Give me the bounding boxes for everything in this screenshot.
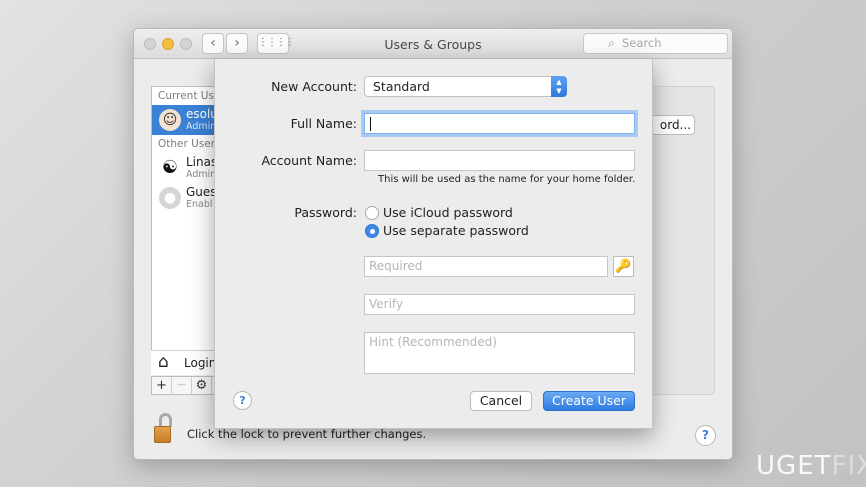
watermark-prefix: UG xyxy=(756,451,798,481)
yin-yang-avatar-icon: ☯ xyxy=(159,157,181,179)
lock-text: Click the lock to prevent further change… xyxy=(187,427,427,441)
password-placeholder: Required xyxy=(369,259,423,273)
user-role: Admin xyxy=(186,169,217,180)
watermark-suffix: FIX xyxy=(831,451,866,481)
other-users-header: Other Users xyxy=(158,138,218,150)
account-name-hint: This will be used as the name for your h… xyxy=(378,174,636,185)
current-users-header: Current Use xyxy=(158,90,218,102)
gear-icon[interactable]: ⚙ xyxy=(192,377,212,394)
radio-icloud-label: Use iCloud password xyxy=(383,205,513,220)
account-type-select[interactable]: Standard ▲ ▼ xyxy=(364,76,567,97)
cancel-button[interactable]: Cancel xyxy=(470,391,532,411)
search-placeholder: Search xyxy=(622,36,662,50)
password-field[interactable]: Required xyxy=(364,256,608,277)
help-button[interactable]: ? xyxy=(695,425,716,446)
full-name-label: Full Name: xyxy=(290,116,357,131)
text-caret xyxy=(370,117,371,131)
login-options-label: Login xyxy=(184,356,217,370)
full-name-field[interactable] xyxy=(364,113,635,134)
user-avatar: ☺ xyxy=(159,109,181,131)
search-field[interactable]: ⌕ Search xyxy=(583,33,728,54)
new-account-label: New Account: xyxy=(271,79,357,94)
account-name-label: Account Name: xyxy=(261,153,357,168)
radio-button[interactable] xyxy=(365,206,379,220)
user-list: Current Use ☺ esolu Admin Other Users ☯ … xyxy=(151,86,218,368)
ugetfix-watermark: UGETFIX xyxy=(756,451,866,481)
watermark-mid: ET xyxy=(797,451,832,481)
list-item-user-linas[interactable]: ☯ Linas Admin xyxy=(152,153,217,183)
account-type-value: Standard xyxy=(373,79,430,94)
user-name: Gues xyxy=(186,185,217,199)
password-label: Password: xyxy=(294,205,357,220)
title-bar: ‹ › ⋮⋮⋮⋮ Users & Groups ⌕ Search xyxy=(134,29,732,59)
password-assistant-key-icon[interactable]: 🔑 xyxy=(613,256,634,277)
user-role: Admin xyxy=(186,121,217,132)
add-user-button[interactable]: + xyxy=(152,377,172,394)
lock-icon[interactable] xyxy=(152,413,176,445)
remove-user-button[interactable]: — xyxy=(172,377,192,394)
login-options-item[interactable]: ⌂ Login xyxy=(151,350,218,375)
create-user-button[interactable]: Create User xyxy=(543,391,635,411)
sheet-help-button[interactable]: ? xyxy=(233,391,252,410)
change-password-button[interactable]: ord... xyxy=(651,115,695,135)
new-account-sheet: New Account: Standard ▲ ▼ Full Name: Acco… xyxy=(214,59,653,429)
user-name: Linas xyxy=(186,155,218,169)
verify-field[interactable]: Verify xyxy=(364,294,635,315)
search-icon: ⌕ xyxy=(608,36,615,50)
list-item-current-user[interactable]: ☺ esolu Admin xyxy=(152,105,217,135)
user-list-toolbar: + — ⚙ xyxy=(151,376,218,395)
radio-button-selected[interactable] xyxy=(365,224,379,238)
chevron-updown-icon: ▲ ▼ xyxy=(551,76,567,97)
guest-avatar-icon: ● xyxy=(159,187,181,209)
password-hint-field[interactable]: Hint (Recommended) xyxy=(364,332,635,374)
user-role: Enabl xyxy=(186,199,213,210)
list-item-user-guest[interactable]: ● Gues Enabl xyxy=(152,183,217,213)
radio-separate-label: Use separate password xyxy=(383,223,529,238)
account-name-field[interactable] xyxy=(364,150,635,171)
house-icon: ⌂ xyxy=(158,352,169,372)
hint-placeholder: Hint (Recommended) xyxy=(369,335,497,349)
verify-placeholder: Verify xyxy=(369,297,404,311)
